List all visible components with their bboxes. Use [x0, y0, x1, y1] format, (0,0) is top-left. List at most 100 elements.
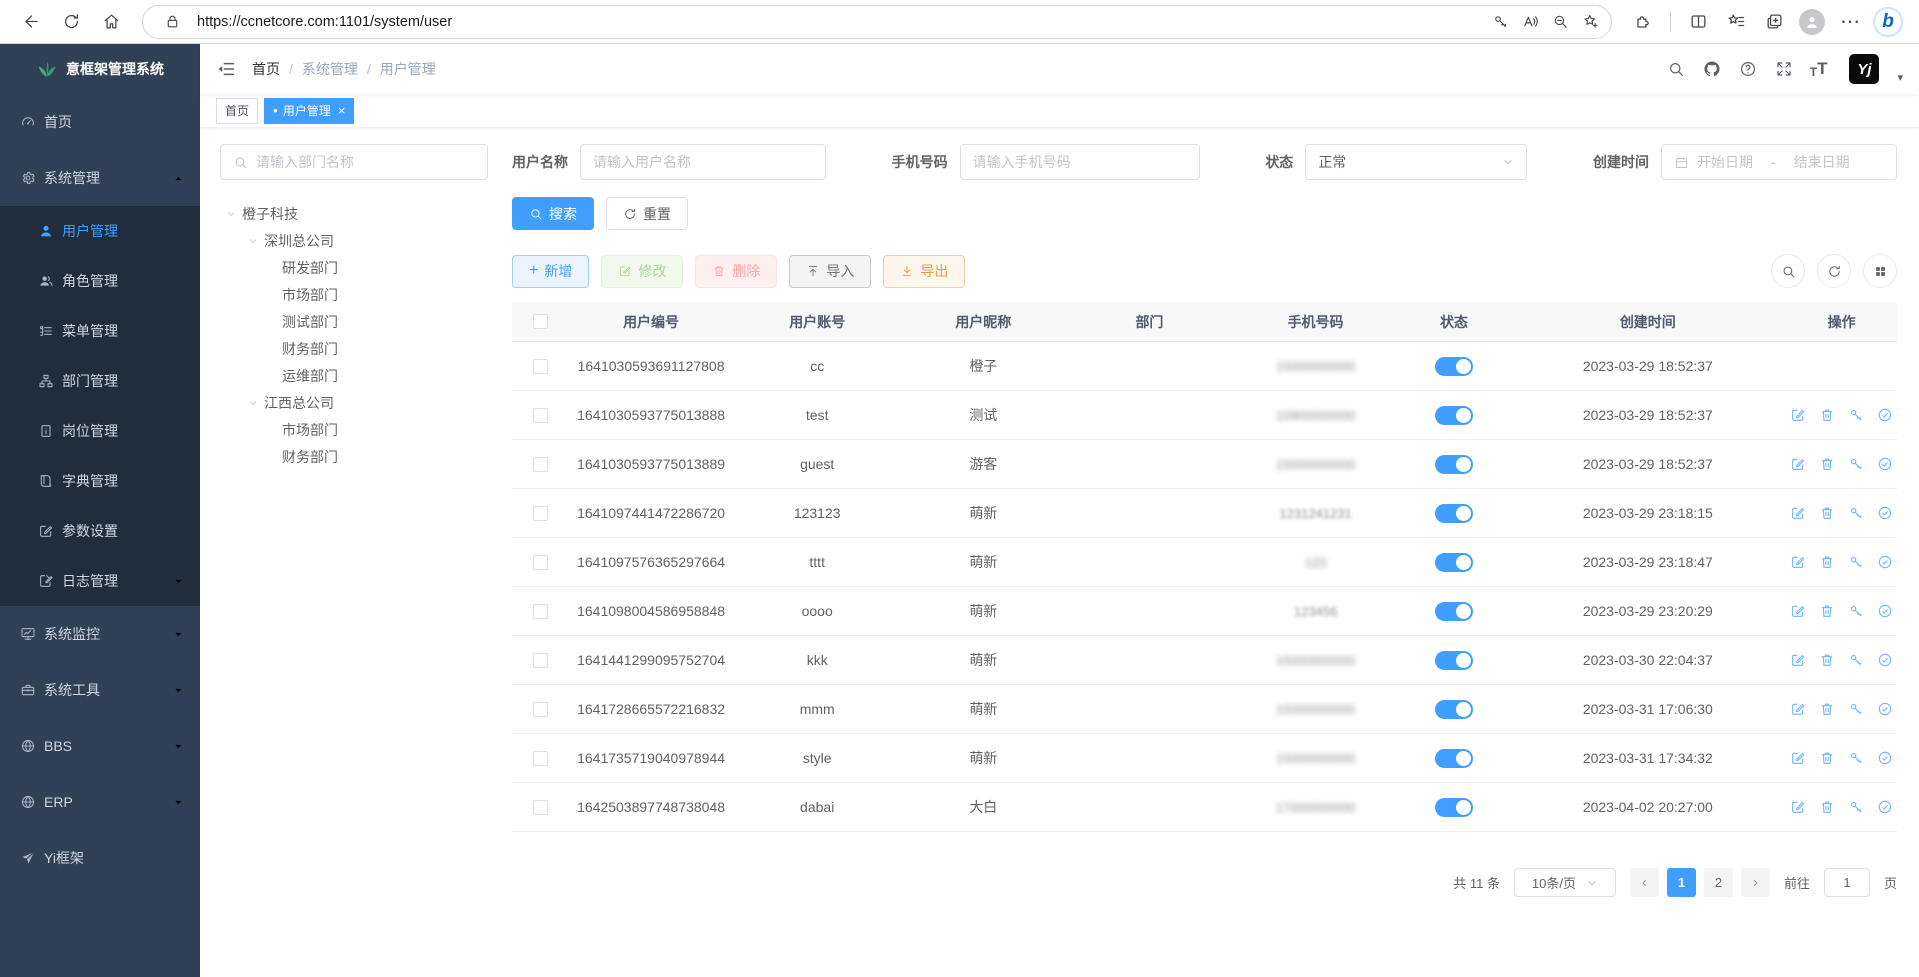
- prev-page-button[interactable]: ‹: [1630, 868, 1659, 897]
- status-toggle[interactable]: [1435, 798, 1473, 817]
- page-size-select[interactable]: 10条/页: [1514, 868, 1616, 897]
- sidebar-item-yi-framework[interactable]: Yi框架: [0, 830, 200, 886]
- row-checkbox[interactable]: [533, 800, 548, 815]
- breadcrumb-system[interactable]: 系统管理: [302, 59, 358, 79]
- sidebar-subitem-menu-management[interactable]: 菜单管理: [0, 306, 200, 356]
- add-button[interactable]: + 新增: [512, 255, 589, 288]
- favorite-star-icon[interactable]: [1575, 7, 1605, 37]
- sidebar-subitem-user-management[interactable]: 用户管理: [0, 206, 200, 256]
- sidebar-subitem-log-management[interactable]: 日志管理: [0, 556, 200, 606]
- tree-node-shenzhen[interactable]: 深圳总公司: [220, 227, 488, 254]
- row-delete-icon[interactable]: [1819, 603, 1835, 619]
- tree-node-market-dept[interactable]: 市场部门: [220, 281, 488, 308]
- sidebar-subitem-role-management[interactable]: 角色管理: [0, 256, 200, 306]
- row-checkbox[interactable]: [533, 408, 548, 423]
- status-toggle[interactable]: [1435, 504, 1473, 523]
- sidebar-item-erp[interactable]: ERP: [0, 774, 200, 830]
- export-button[interactable]: 导出: [883, 255, 965, 288]
- sidebar-subitem-dict-management[interactable]: 字典管理: [0, 456, 200, 506]
- row-assign-role-icon[interactable]: [1877, 603, 1893, 619]
- app-logo[interactable]: 意框架管理系统: [0, 44, 200, 94]
- row-checkbox[interactable]: [533, 359, 548, 374]
- row-assign-role-icon[interactable]: [1877, 652, 1893, 668]
- row-assign-role-icon[interactable]: [1877, 554, 1893, 570]
- fullscreen-icon[interactable]: [1774, 59, 1794, 79]
- font-size-icon[interactable]: TT: [1810, 59, 1828, 79]
- delete-button[interactable]: 删除: [695, 255, 777, 288]
- status-toggle[interactable]: [1435, 651, 1473, 670]
- row-assign-role-icon[interactable]: [1877, 505, 1893, 521]
- username-input[interactable]: [593, 154, 813, 170]
- collections-icon[interactable]: [1757, 5, 1791, 39]
- reset-button[interactable]: 重置: [606, 197, 688, 230]
- user-avatar[interactable]: Yj: [1849, 54, 1879, 84]
- row-reset-password-icon[interactable]: [1848, 652, 1864, 668]
- sidebar-item-system-tools[interactable]: 系统工具: [0, 662, 200, 718]
- browser-profile-avatar[interactable]: [1795, 5, 1829, 39]
- select-all-checkbox[interactable]: [533, 314, 548, 329]
- row-checkbox[interactable]: [533, 457, 548, 472]
- sidebar-item-home[interactable]: 首页: [0, 94, 200, 150]
- import-button[interactable]: 导入: [789, 255, 871, 288]
- row-checkbox[interactable]: [533, 653, 548, 668]
- sidebar-item-system-monitor[interactable]: 系统监控: [0, 606, 200, 662]
- read-aloud-icon[interactable]: [1515, 7, 1545, 37]
- sidebar-fold-icon[interactable]: [216, 59, 236, 79]
- avatar-caret-icon[interactable]: ▾: [1897, 71, 1903, 84]
- sidebar-subitem-post-management[interactable]: 岗位管理: [0, 406, 200, 456]
- tag-close-icon[interactable]: ×: [338, 103, 346, 118]
- row-assign-role-icon[interactable]: [1877, 701, 1893, 717]
- page-button-1[interactable]: 1: [1667, 868, 1696, 897]
- url-text[interactable]: https://ccnetcore.com:1101/system/user: [197, 14, 1485, 30]
- row-assign-role-icon[interactable]: [1877, 456, 1893, 472]
- status-toggle[interactable]: [1435, 455, 1473, 474]
- column-settings-grid-icon[interactable]: [1863, 254, 1897, 288]
- bing-copilot-icon[interactable]: b: [1871, 5, 1905, 39]
- row-delete-icon[interactable]: [1819, 652, 1835, 668]
- row-edit-icon[interactable]: [1790, 554, 1806, 570]
- edit-button[interactable]: 修改: [601, 255, 683, 288]
- tree-node-rd-dept[interactable]: 研发部门: [220, 254, 488, 281]
- github-icon[interactable]: [1702, 59, 1722, 79]
- row-checkbox[interactable]: [533, 751, 548, 766]
- goto-page-input[interactable]: [1824, 868, 1870, 897]
- row-assign-role-icon[interactable]: [1877, 799, 1893, 815]
- next-page-button[interactable]: ›: [1741, 868, 1770, 897]
- dept-search-input[interactable]: [256, 154, 475, 170]
- status-toggle[interactable]: [1435, 749, 1473, 768]
- page-button-2[interactable]: 2: [1704, 868, 1733, 897]
- row-edit-icon[interactable]: [1790, 505, 1806, 521]
- sidebar-subitem-param-settings[interactable]: 参数设置: [0, 506, 200, 556]
- password-key-icon[interactable]: [1485, 7, 1515, 37]
- row-assign-role-icon[interactable]: [1877, 750, 1893, 766]
- header-search-icon[interactable]: [1666, 59, 1686, 79]
- favorites-list-icon[interactable]: [1719, 5, 1753, 39]
- status-toggle[interactable]: [1435, 357, 1473, 376]
- row-delete-icon[interactable]: [1819, 407, 1835, 423]
- row-reset-password-icon[interactable]: [1848, 407, 1864, 423]
- browser-back-button[interactable]: [14, 5, 48, 39]
- tree-node-jx-market-dept[interactable]: 市场部门: [220, 416, 488, 443]
- sidebar-item-bbs[interactable]: BBS: [0, 718, 200, 774]
- row-checkbox[interactable]: [533, 604, 548, 619]
- status-toggle[interactable]: [1435, 406, 1473, 425]
- row-delete-icon[interactable]: [1819, 750, 1835, 766]
- row-reset-password-icon[interactable]: [1848, 505, 1864, 521]
- tag-home[interactable]: 首页: [216, 98, 258, 124]
- tree-node-ops-dept[interactable]: 运维部门: [220, 362, 488, 389]
- row-reset-password-icon[interactable]: [1848, 701, 1864, 717]
- status-toggle[interactable]: [1435, 602, 1473, 621]
- row-reset-password-icon[interactable]: [1848, 799, 1864, 815]
- tree-node-jiangxi[interactable]: 江西总公司: [220, 389, 488, 416]
- browser-home-button[interactable]: [94, 5, 128, 39]
- row-edit-icon[interactable]: [1790, 652, 1806, 668]
- status-toggle[interactable]: [1435, 700, 1473, 719]
- row-delete-icon[interactable]: [1819, 554, 1835, 570]
- row-delete-icon[interactable]: [1819, 799, 1835, 815]
- row-checkbox[interactable]: [533, 702, 548, 717]
- row-edit-icon[interactable]: [1790, 456, 1806, 472]
- row-edit-icon[interactable]: [1790, 603, 1806, 619]
- toggle-search-icon[interactable]: [1771, 254, 1805, 288]
- row-edit-icon[interactable]: [1790, 407, 1806, 423]
- search-button[interactable]: 搜索: [512, 197, 594, 230]
